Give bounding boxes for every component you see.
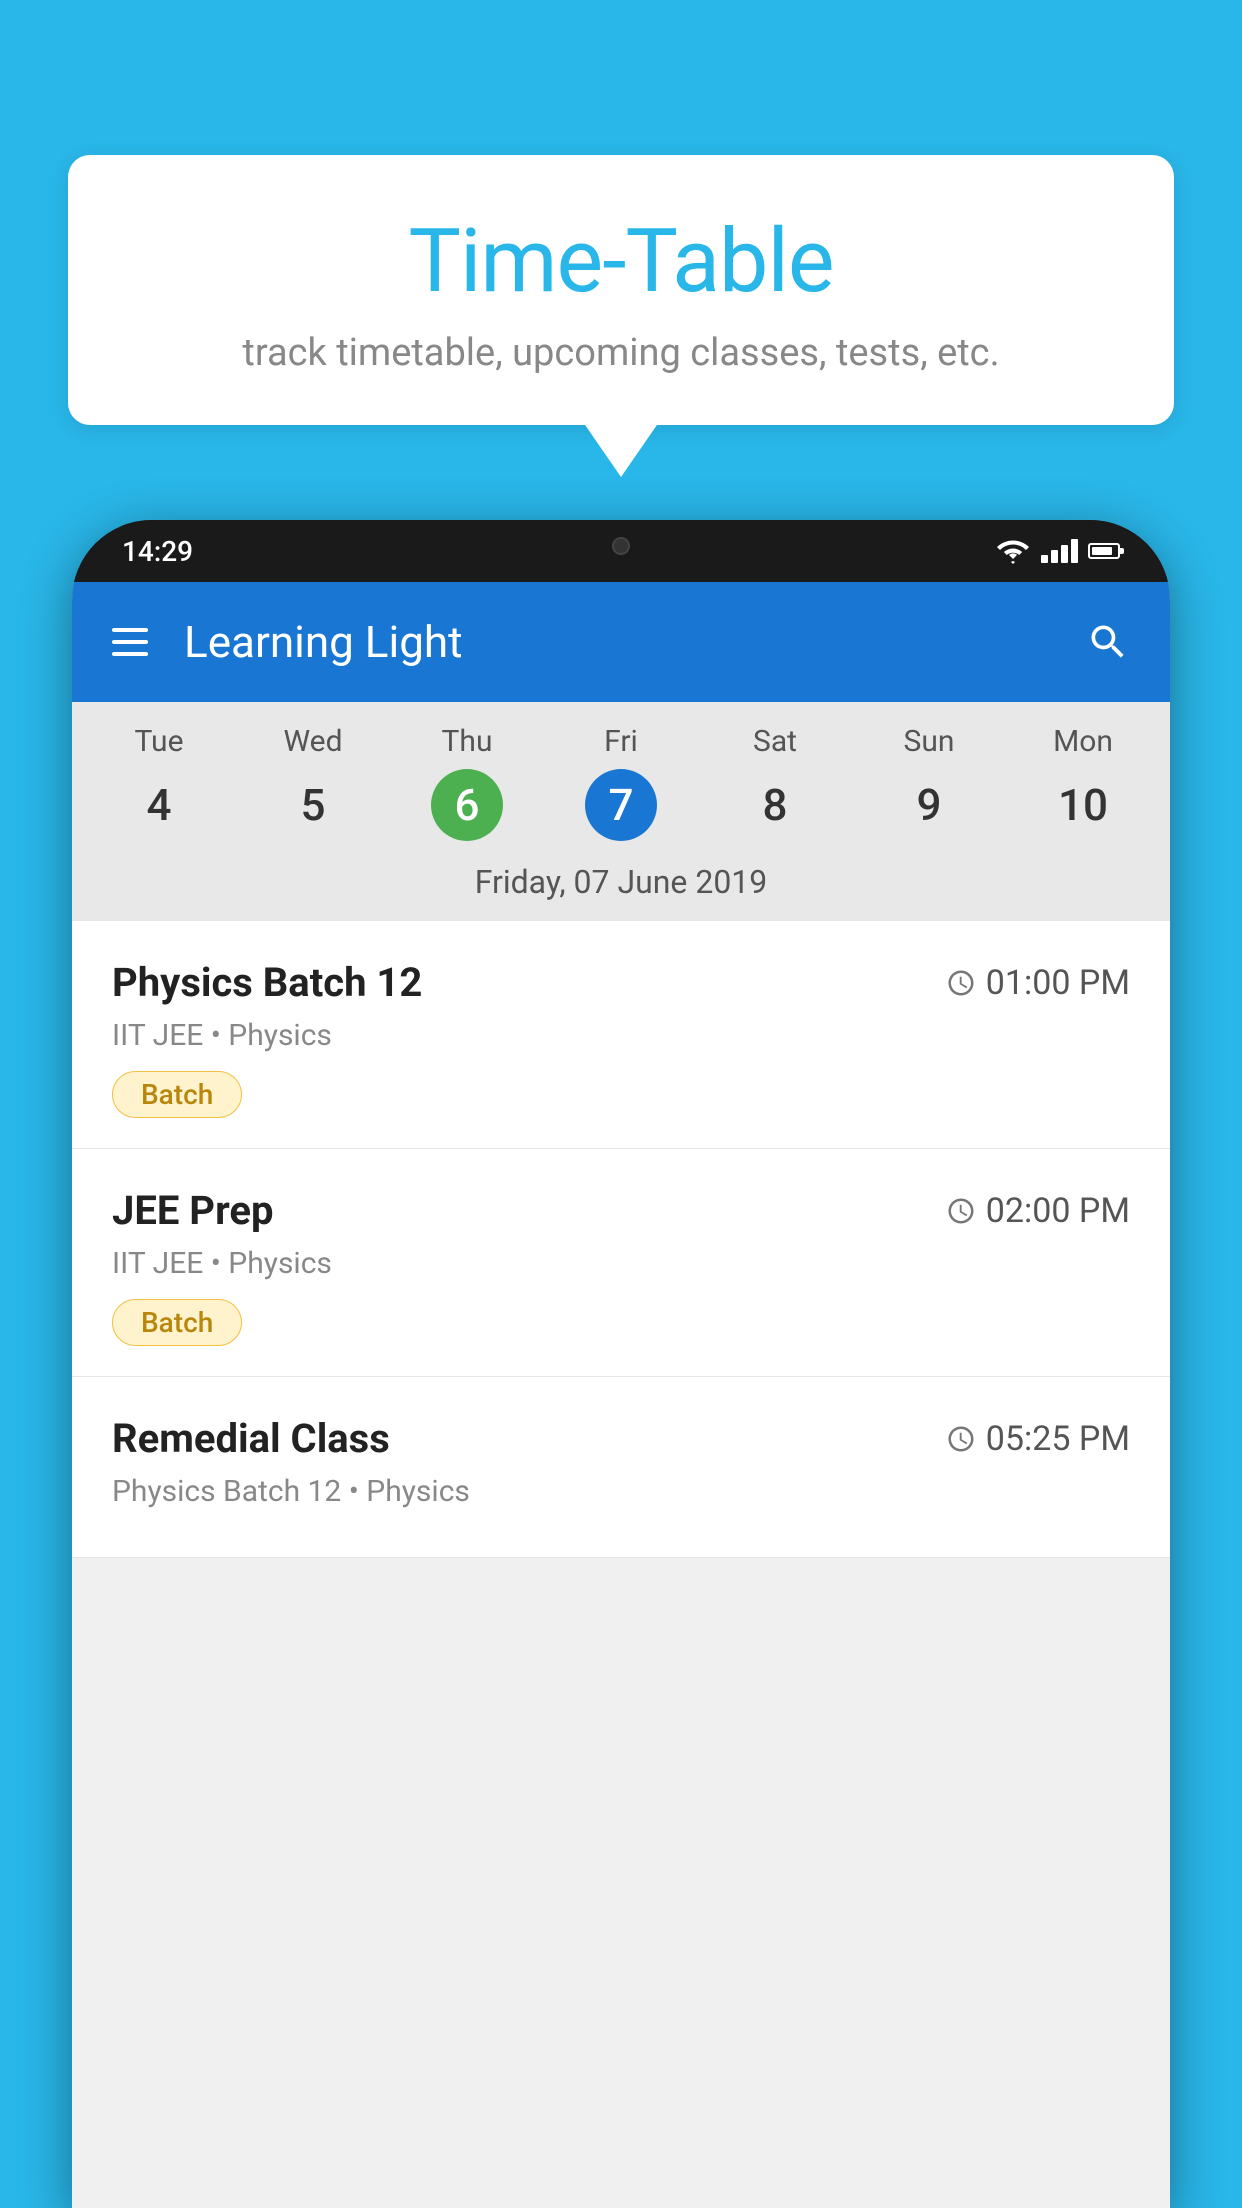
schedule-item-1[interactable]: Physics Batch 12 01:00 PM IIT JEE • Phys… (72, 921, 1170, 1149)
feature-subtitle: track timetable, upcoming classes, tests… (128, 331, 1114, 375)
schedule-item-1-time: 01:00 PM (946, 963, 1130, 1003)
calendar-section: Tue 4 Wed 5 Thu 6 Fri 7 Sat 8 (72, 702, 1170, 921)
phone-frame: 14:29 (72, 520, 1170, 2208)
schedule-item-2-time: 02:00 PM (946, 1191, 1130, 1231)
day-number-sat: 8 (739, 769, 811, 841)
day-number-thu: 6 (431, 769, 503, 841)
schedule-item-3[interactable]: Remedial Class 05:25 PM Physics Batch 12… (72, 1377, 1170, 1558)
schedule-item-2-header: JEE Prep 02:00 PM (112, 1187, 1130, 1234)
feature-card: Time-Table track timetable, upcoming cla… (68, 155, 1174, 425)
days-row: Tue 4 Wed 5 Thu 6 Fri 7 Sat 8 (72, 702, 1170, 851)
day-item-mon[interactable]: Mon 10 (1006, 724, 1160, 841)
hamburger-menu-icon[interactable] (112, 628, 148, 656)
day-name-tue: Tue (135, 724, 184, 759)
schedule-item-1-title: Physics Batch 12 (112, 959, 422, 1006)
schedule-item-1-subtitle: IIT JEE • Physics (112, 1018, 1130, 1053)
day-item-sat[interactable]: Sat 8 (698, 724, 852, 841)
day-number-sun: 9 (893, 769, 965, 841)
feature-title: Time-Table (128, 210, 1114, 313)
schedule-item-3-time: 05:25 PM (946, 1419, 1130, 1459)
schedule-item-2-title: JEE Prep (112, 1187, 273, 1234)
day-number-wed: 5 (277, 769, 349, 841)
schedule-item-1-time-text: 01:00 PM (986, 963, 1130, 1003)
schedule-item-2-subtitle: IIT JEE • Physics (112, 1246, 1130, 1281)
day-name-sat: Sat (753, 724, 797, 759)
batch-badge-1: Batch (112, 1071, 242, 1118)
battery-icon (1088, 543, 1120, 559)
clock-icon-3 (946, 1424, 976, 1454)
app-header: Learning Light (72, 582, 1170, 702)
day-item-sun[interactable]: Sun 9 (852, 724, 1006, 841)
day-item-tue[interactable]: Tue 4 (82, 724, 236, 841)
batch-badge-2: Batch (112, 1299, 242, 1346)
schedule-item-3-header: Remedial Class 05:25 PM (112, 1415, 1130, 1462)
day-number-fri: 7 (585, 769, 657, 841)
day-item-thu[interactable]: Thu 6 (390, 724, 544, 841)
schedule-item-2-time-text: 02:00 PM (986, 1191, 1130, 1231)
day-name-sun: Sun (904, 724, 955, 759)
day-number-tue: 4 (123, 769, 195, 841)
schedule-item-3-title: Remedial Class (112, 1415, 390, 1462)
wifi-icon (995, 537, 1031, 565)
clock-icon-1 (946, 968, 976, 998)
clock-icon-2 (946, 1196, 976, 1226)
day-item-fri[interactable]: Fri 7 (544, 724, 698, 841)
schedule-item-1-header: Physics Batch 12 01:00 PM (112, 959, 1130, 1006)
phone-notch (561, 520, 681, 572)
schedule-item-3-time-text: 05:25 PM (986, 1419, 1130, 1459)
selected-date: Friday, 07 June 2019 (72, 851, 1170, 921)
schedule-item-2[interactable]: JEE Prep 02:00 PM IIT JEE • Physics Batc… (72, 1149, 1170, 1377)
schedule-list: Physics Batch 12 01:00 PM IIT JEE • Phys… (72, 921, 1170, 1558)
schedule-item-3-subtitle: Physics Batch 12 • Physics (112, 1474, 1130, 1509)
day-name-wed: Wed (284, 724, 343, 759)
speech-bubble: Time-Table track timetable, upcoming cla… (68, 155, 1174, 425)
status-icons (995, 537, 1120, 565)
camera-dot (612, 537, 630, 555)
day-item-wed[interactable]: Wed 5 (236, 724, 390, 841)
day-name-fri: Fri (604, 724, 638, 759)
day-name-thu: Thu (442, 724, 493, 759)
search-icon[interactable] (1086, 620, 1130, 664)
day-number-mon: 10 (1047, 769, 1119, 841)
phone-screen: Learning Light Tue 4 Wed 5 Thu 6 (72, 582, 1170, 2208)
app-title: Learning Light (184, 616, 1086, 668)
day-name-mon: Mon (1053, 724, 1113, 759)
signal-icon (1041, 539, 1078, 563)
status-time: 14:29 (122, 535, 193, 568)
